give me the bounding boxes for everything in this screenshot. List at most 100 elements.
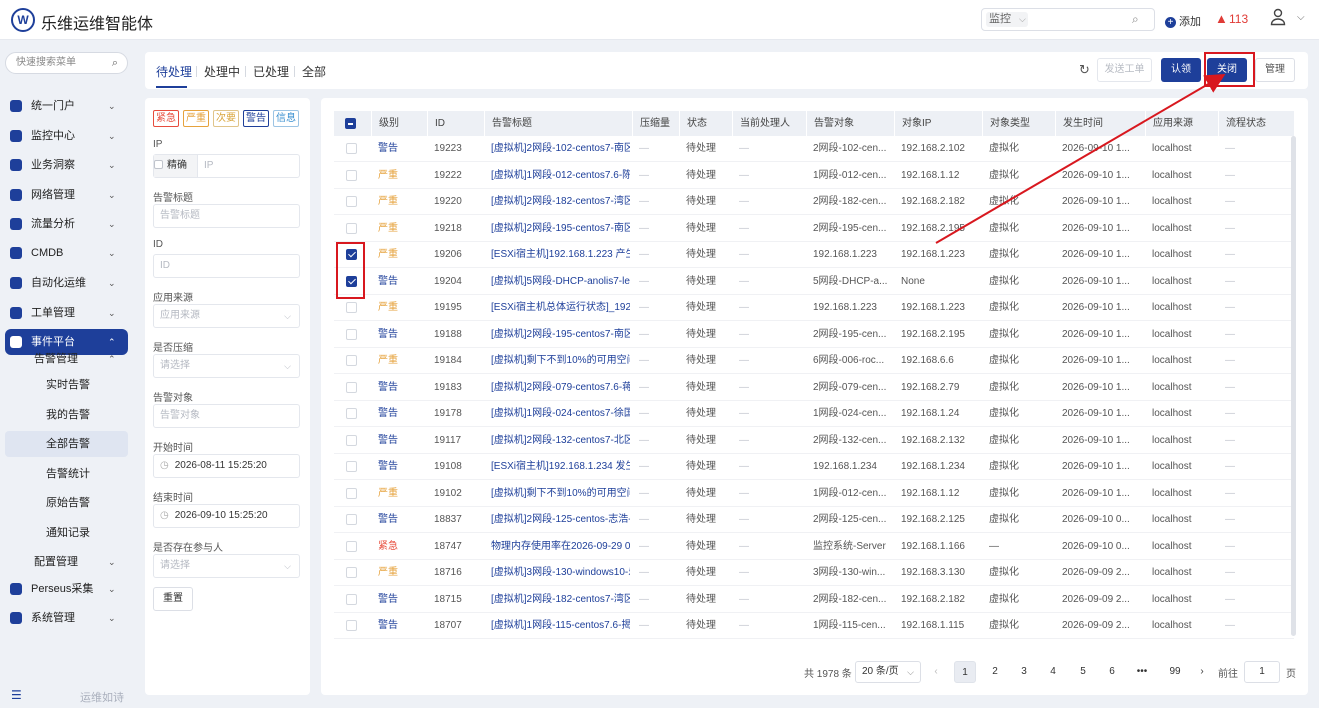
table-scrollbar[interactable] <box>1291 136 1296 636</box>
row-checkbox[interactable] <box>346 567 357 578</box>
global-search[interactable]: 监控 ⌵ ⌕ <box>981 8 1155 31</box>
row-checkbox[interactable] <box>346 434 357 446</box>
search-icon[interactable]: ⌕ <box>1132 12 1139 27</box>
end-time-picker[interactable]: ◷ 2026-09-10 15:25:20 <box>153 504 300 528</box>
id-input[interactable]: ID <box>153 254 300 278</box>
close-button[interactable]: 关闭 <box>1207 58 1247 82</box>
exact-match-checkbox[interactable]: 精确 <box>154 155 198 177</box>
sidebar-group-config[interactable]: 配置管理 ⌄ <box>5 549 128 575</box>
table-row[interactable]: 警告 19188 [虚拟机]2网段-195-centos7-南区- — 待处理 … <box>334 322 1294 348</box>
page-button[interactable]: 4 <box>1042 661 1064 683</box>
title-link[interactable]: [虚拟机]3网段-130-windows10-乐 <box>484 560 630 586</box>
tab-processing[interactable]: 处理中 <box>204 63 240 80</box>
participant-select[interactable]: 请选择 ⌵ <box>153 554 300 578</box>
table-row[interactable]: 严重 19220 [虚拟机]2网段-182-centos7-湾区- — 待处理 … <box>334 189 1294 215</box>
severity-tag-warning[interactable]: 警告 <box>243 110 269 127</box>
sidebar-item-3[interactable]: 网络管理 ⌄ <box>5 182 128 208</box>
tab-processed[interactable]: 已处理 <box>253 63 289 80</box>
row-checkbox[interactable] <box>346 355 357 366</box>
page-button[interactable]: 1 <box>954 661 976 683</box>
row-checkbox[interactable] <box>346 487 357 499</box>
row-checkbox[interactable] <box>346 249 357 260</box>
page-button[interactable]: 6 <box>1101 661 1123 683</box>
title-link[interactable]: [虚拟机]2网段-182-centos7-湾区- <box>484 189 630 215</box>
page-button[interactable]: ••• <box>1131 661 1153 683</box>
source-select[interactable]: 应用来源 ⌵ <box>153 304 300 328</box>
row-checkbox[interactable] <box>346 540 357 552</box>
alert-count-badge[interactable]: 113 <box>1229 12 1248 26</box>
table-row[interactable]: 严重 19222 [虚拟机]1网段-012-centos7.6-陈孟 — 待处理… <box>334 163 1294 189</box>
tab-all[interactable]: 全部 <box>302 63 326 80</box>
compress-select[interactable]: 请选择 ⌵ <box>153 354 300 378</box>
title-link[interactable]: [ESXi宿主机]192.168.1.234 发生警 <box>484 454 630 480</box>
page-button[interactable]: 2 <box>984 661 1006 683</box>
title-link[interactable]: [虚拟机]2网段-182-centos7-湾区- <box>484 587 630 613</box>
row-checkbox[interactable] <box>346 408 357 419</box>
sidebar-tail-1[interactable]: 系统管理 ⌄ <box>5 605 128 631</box>
table-row[interactable]: 严重 19184 [虚拟机]剩下不到10%的可用空间/ — 待处理 — 6网段-… <box>334 348 1294 374</box>
title-link[interactable]: [虚拟机]2网段-079-centos7.6-蒋沭 <box>484 375 630 401</box>
page-button[interactable]: 99 <box>1161 661 1189 683</box>
next-page-button[interactable]: › <box>1191 661 1213 683</box>
title-link[interactable]: [虚拟机]1网段-115-centos7.6-揭扬 <box>484 613 630 639</box>
table-row[interactable]: 严重 18716 [虚拟机]3网段-130-windows10-乐 — 待处理 … <box>334 560 1294 586</box>
title-link[interactable]: [虚拟机]2网段-195-centos7-南区- <box>484 216 630 242</box>
severity-tag-minor[interactable]: 次要 <box>213 110 239 127</box>
title-link[interactable]: [虚拟机]2网段-102-centos7-南区- <box>484 136 630 162</box>
title-link[interactable]: [虚拟机]1网段-024-centos7-徐国伟 <box>484 401 630 427</box>
add-button[interactable]: + 添加 <box>1165 13 1201 29</box>
sidebar-item-0[interactable]: 统一门户 ⌄ <box>5 93 128 119</box>
title-link[interactable]: [虚拟机]剩下不到10%的可用空间/ <box>484 348 630 374</box>
title-link[interactable]: [ESXi宿主机总体运行状态]_192.168 <box>484 295 630 321</box>
table-row[interactable]: 警告 19117 [虚拟机]2网段-132-centos7-北区- — 待处理 … <box>334 428 1294 454</box>
title-link[interactable]: [虚拟机]剩下不到10%的可用空间/c <box>484 481 630 507</box>
row-checkbox[interactable] <box>346 169 357 181</box>
sidebar-item-2[interactable]: 业务洞察 ⌄ <box>5 152 128 178</box>
sidebar-item-4[interactable]: 流量分析 ⌄ <box>5 211 128 237</box>
table-row[interactable]: 严重 19102 [虚拟机]剩下不到10%的可用空间/c — 待处理 — 1网段… <box>334 481 1294 507</box>
title-link[interactable]: [虚拟机]2网段-125-centos-志浩-现 <box>484 507 630 533</box>
table-row[interactable]: 警告 19183 [虚拟机]2网段-079-centos7.6-蒋沭 — 待处理… <box>334 375 1294 401</box>
select-all-checkbox[interactable] <box>345 118 356 129</box>
table-row[interactable]: 警告 19223 [虚拟机]2网段-102-centos7-南区- — 待处理 … <box>334 136 1294 162</box>
send-ticket-button[interactable]: 发送工单 <box>1097 58 1152 82</box>
prev-page-button[interactable]: ‹ <box>925 661 947 683</box>
checkbox[interactable] <box>154 160 163 169</box>
table-row[interactable]: 严重 19206 [ESXi宿主机]192.168.1.223 产生严 — 待处… <box>334 242 1294 268</box>
title-link[interactable]: 物理内存使用率在2026-09-29 02:3 <box>484 534 630 560</box>
search-scope-select[interactable]: 监控 ⌵ <box>986 12 1028 27</box>
page-size-select[interactable]: 20 条/页 ⌵ <box>855 661 921 683</box>
target-input[interactable]: 告警对象 <box>153 404 300 428</box>
tab-pending[interactable]: 待处理 <box>156 63 192 80</box>
sidebar-item-1[interactable]: 监控中心 ⌄ <box>5 123 128 149</box>
table-row[interactable]: 严重 19195 [ESXi宿主机总体运行状态]_192.168 — 待处理 —… <box>334 295 1294 321</box>
sidebar-leaf-5[interactable]: 通知记录 <box>5 520 128 546</box>
title-link[interactable]: [虚拟机]2网段-195-centos7-南区- <box>484 322 630 348</box>
sidebar-leaf-2[interactable]: 全部告警 <box>5 431 128 457</box>
row-checkbox[interactable] <box>346 222 357 234</box>
table-row[interactable]: 警告 18715 [虚拟机]2网段-182-centos7-湾区- — 待处理 … <box>334 587 1294 613</box>
row-checkbox[interactable] <box>346 275 357 287</box>
sidebar-item-6[interactable]: 自动化运维 ⌄ <box>5 270 128 296</box>
claim-button[interactable]: 认领 <box>1161 58 1201 82</box>
row-checkbox[interactable] <box>346 302 357 313</box>
sidebar-leaf-4[interactable]: 原始告警 <box>5 490 128 516</box>
collapse-sidebar-icon[interactable]: ☰ <box>11 688 22 702</box>
page-button[interactable]: 3 <box>1013 661 1035 683</box>
reset-button[interactable]: 重置 <box>153 587 193 611</box>
row-checkbox[interactable] <box>346 620 357 631</box>
page-button[interactable]: 5 <box>1072 661 1094 683</box>
table-row[interactable]: 警告 19204 [虚拟机]5网段-DHCP-anolis7-lerw — 待处… <box>334 269 1294 295</box>
sidebar-leaf-3[interactable]: 告警统计 <box>5 461 128 487</box>
row-checkbox[interactable] <box>346 593 357 605</box>
severity-tag-urgent[interactable]: 紧急 <box>153 110 179 127</box>
title-link[interactable]: [虚拟机]5网段-DHCP-anolis7-lerw <box>484 269 630 295</box>
table-row[interactable]: 警告 19178 [虚拟机]1网段-024-centos7-徐国伟 — 待处理 … <box>334 401 1294 427</box>
row-checkbox[interactable] <box>346 514 357 525</box>
severity-tag-serious[interactable]: 严重 <box>183 110 209 127</box>
sidebar-item-7[interactable]: 工单管理 ⌄ <box>5 300 128 326</box>
title-link[interactable]: [虚拟机]1网段-012-centos7.6-陈孟 <box>484 163 630 189</box>
sidebar-item-5[interactable]: CMDB ⌄ <box>5 240 128 266</box>
title-input[interactable]: 告警标题 <box>153 204 300 228</box>
refresh-icon[interactable]: ↻ <box>1079 62 1090 78</box>
